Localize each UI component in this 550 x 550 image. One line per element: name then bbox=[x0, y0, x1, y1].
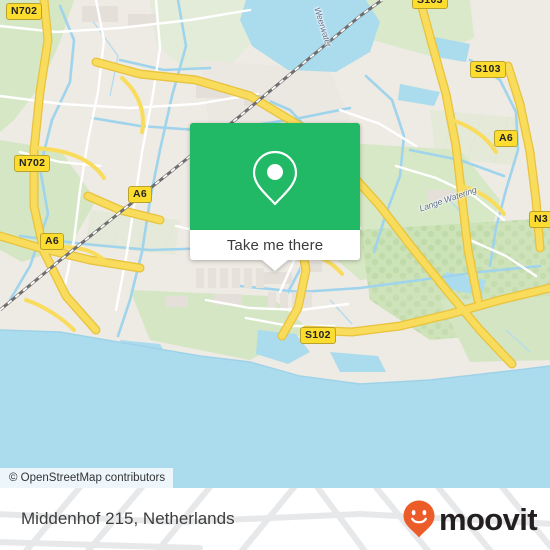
road-shield-s103-top: S103 bbox=[412, 0, 448, 9]
footer-bar: Middenhof 215, Netherlands moovit bbox=[0, 488, 550, 550]
road-shield-n702-left: N702 bbox=[14, 155, 51, 172]
moovit-logo[interactable]: moovit bbox=[402, 499, 538, 539]
take-me-there-label: Take me there bbox=[226, 236, 324, 254]
road-shield-a6-right: A6 bbox=[494, 130, 519, 147]
road-shield-a6-mid: A6 bbox=[128, 186, 153, 203]
popup-icon-area bbox=[190, 123, 360, 230]
map-pin-icon bbox=[252, 150, 298, 205]
popup-tail bbox=[262, 260, 288, 271]
moovit-smiley-pin-icon bbox=[403, 500, 435, 538]
address-label: Middenhof 215, Netherlands bbox=[21, 509, 235, 528]
osm-attribution[interactable]: © OpenStreetMap contributors bbox=[0, 468, 174, 488]
popup-action-area[interactable]: Take me there bbox=[190, 230, 360, 271]
moovit-wordmark: moovit bbox=[438, 501, 538, 537]
screenshot-root: N702 N702 A6 A6 S103 S103 A6 N3 S102 Wee… bbox=[0, 0, 550, 550]
road-shield-a6-left: A6 bbox=[40, 233, 65, 250]
road-shield-n3-right: N3 bbox=[529, 211, 550, 228]
road-shield-n702-top: N702 bbox=[6, 3, 43, 20]
road-shield-s103-right: S103 bbox=[470, 61, 506, 78]
location-popup-card[interactable]: Take me there bbox=[190, 123, 360, 271]
road-shield-s102-bottom: S102 bbox=[300, 327, 336, 344]
